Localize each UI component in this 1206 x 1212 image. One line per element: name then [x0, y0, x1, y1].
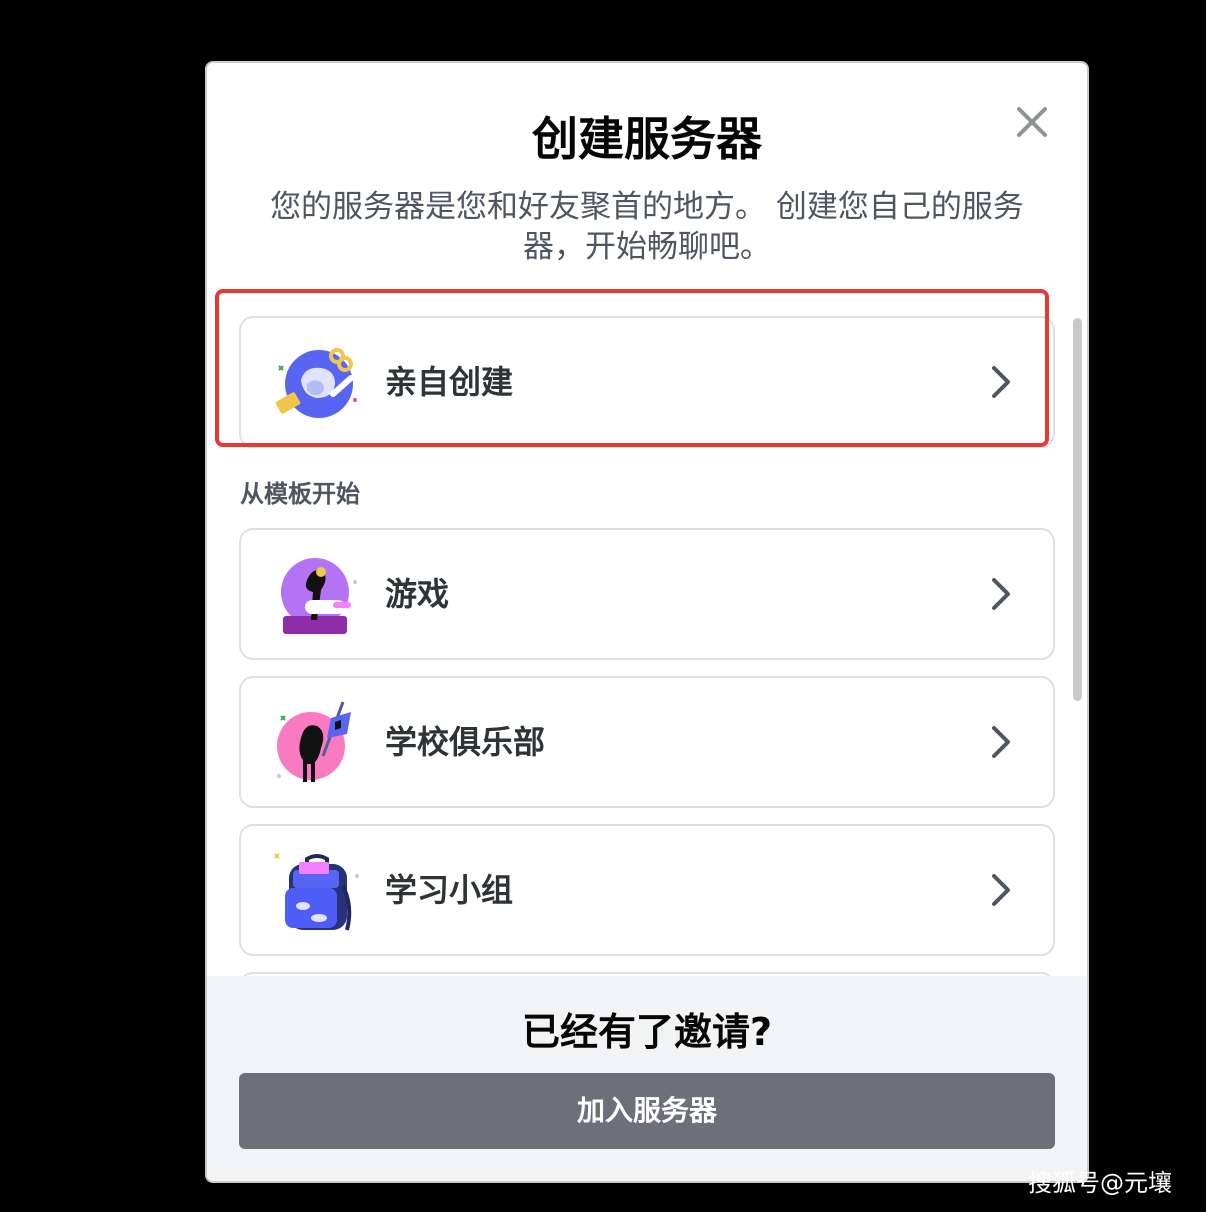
chevron-right-icon	[989, 363, 1013, 401]
modal-subtitle: 您的服务器是您和好友聚首的地方。 创建您自己的服务器，开始畅聊吧。	[270, 189, 1024, 265]
create-server-modal: 创建服务器 您的服务器是您和好友聚首的地方。 创建您自己的服务器，开始畅聊吧。 …	[205, 61, 1089, 1183]
create-own-label: 亲自创建	[385, 363, 514, 401]
gaming-illustration-icon	[271, 550, 363, 642]
template-option-study-group[interactable]: 学习小组	[239, 824, 1055, 956]
template-option-gaming[interactable]: 游戏	[239, 528, 1055, 660]
create-own-option[interactable]: 亲自创建	[239, 316, 1055, 448]
template-section-label: 从模板开始	[240, 480, 360, 508]
modal-footer: 已经有了邀请? 加入服务器	[207, 976, 1087, 1181]
chevron-right-icon	[989, 871, 1013, 909]
template-option-label: 学校俱乐部	[385, 723, 546, 761]
join-server-button[interactable]: 加入服务器	[239, 1073, 1055, 1149]
watermark-text: 搜狐号@元壤	[1028, 1169, 1172, 1197]
chevron-right-icon	[989, 575, 1013, 613]
create-own-illustration-icon	[271, 338, 363, 430]
chevron-right-icon	[989, 723, 1013, 761]
school-club-illustration-icon	[271, 698, 363, 790]
study-group-illustration-icon	[271, 846, 363, 938]
template-option-label: 学习小组	[385, 871, 514, 909]
invite-heading: 已经有了邀请?	[521, 1010, 773, 1054]
template-option-label: 游戏	[385, 575, 450, 613]
template-option-school-club[interactable]: 学校俱乐部	[239, 676, 1055, 808]
modal-title: 创建服务器	[532, 112, 762, 166]
scrollbar[interactable]	[1073, 318, 1082, 701]
